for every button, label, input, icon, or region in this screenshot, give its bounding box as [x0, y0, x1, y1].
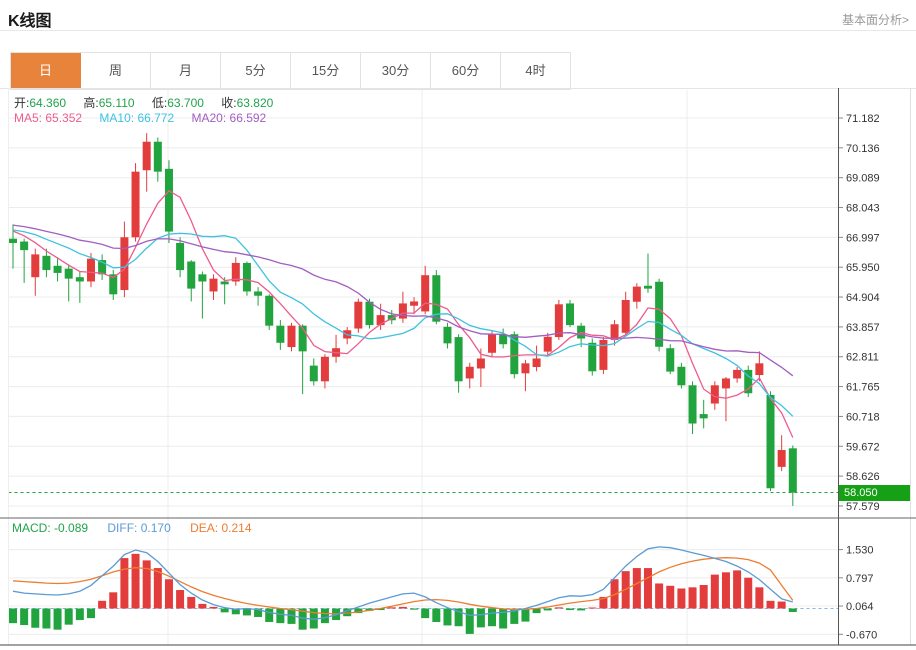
- kline-chart-svg[interactable]: 71.182 70.136 69.089 68.043 66.997 65.950 64.9…: [0, 88, 916, 650]
- dea-value: 0.214: [221, 521, 252, 535]
- ma5-label: MA5:: [14, 111, 43, 125]
- ma5-value: 65.352: [45, 111, 83, 125]
- svg-text:0.797: 0.797: [846, 573, 874, 585]
- svg-text:62.811: 62.811: [846, 352, 879, 364]
- header-divider: [0, 30, 916, 31]
- svg-text:60.718: 60.718: [846, 411, 880, 423]
- svg-text:66.997: 66.997: [846, 232, 880, 244]
- kline-app: K线图 基本面分析> 日 周 月 5分 15分 30分 60分 4时 71.18…: [0, 0, 916, 650]
- svg-text:59.672: 59.672: [846, 441, 880, 453]
- svg-text:58.626: 58.626: [846, 471, 880, 483]
- svg-text:63.857: 63.857: [846, 322, 880, 334]
- tab-15min[interactable]: 15分: [291, 53, 361, 89]
- macd-label: MACD:: [12, 521, 51, 535]
- svg-text:61.765: 61.765: [846, 382, 880, 394]
- svg-text:65.950: 65.950: [846, 262, 880, 274]
- svg-text:1.530: 1.530: [846, 545, 874, 557]
- tab-4hour[interactable]: 4时: [501, 53, 570, 89]
- ohlc-legend: 开:64.360 高:65.110 低:63.700 收:63.820: [14, 94, 287, 111]
- svg-text:69.089: 69.089: [846, 173, 880, 185]
- kline-chart[interactable]: 71.182 70.136 69.089 68.043 66.997 65.950 64.9…: [0, 88, 916, 650]
- ma-legend: MA5: 65.352 MA10: 66.772 MA20: 66.592: [14, 111, 280, 125]
- fundamental-analysis-link[interactable]: 基本面分析>: [842, 11, 909, 28]
- tab-week[interactable]: 周: [81, 53, 151, 89]
- open-value: 64.360: [29, 96, 67, 110]
- diff-label: DIFF:: [107, 521, 138, 535]
- svg-text:70.136: 70.136: [846, 143, 880, 155]
- diff-value: 0.170: [140, 521, 171, 535]
- price-panel: [8, 133, 838, 506]
- ma20-label: MA20:: [191, 111, 227, 125]
- svg-text:71.182: 71.182: [846, 113, 880, 125]
- dea-label: DEA:: [190, 521, 219, 535]
- tab-60min[interactable]: 60分: [431, 53, 501, 89]
- high-label: 高:: [83, 96, 99, 110]
- low-label: 低:: [151, 96, 168, 110]
- svg-text:0.064: 0.064: [846, 601, 874, 613]
- low-value: 63.700: [167, 96, 204, 110]
- tab-month[interactable]: 月: [151, 53, 221, 89]
- macd-legend: MACD: -0.089 DIFF: 0.170 DEA: 0.214: [12, 521, 252, 535]
- svg-text:-0.670: -0.670: [846, 629, 877, 641]
- svg-text:57.579: 57.579: [846, 501, 880, 513]
- open-label: 开:: [14, 96, 30, 110]
- ma10-label: MA10:: [99, 111, 135, 125]
- close-label: 收:: [221, 96, 237, 110]
- svg-text:68.043: 68.043: [846, 203, 880, 215]
- ma20-value: 66.592: [229, 111, 267, 125]
- current-price-tag: 58.050: [839, 485, 910, 501]
- ma10-value: 66.772: [137, 111, 175, 125]
- period-tab-bar: 日 周 月 5分 15分 30分 60分 4时: [10, 52, 571, 90]
- page-title: K线图: [8, 13, 52, 30]
- svg-text:64.904: 64.904: [846, 292, 880, 304]
- tab-30min[interactable]: 30分: [361, 53, 431, 89]
- macd-value: -0.089: [54, 521, 89, 535]
- tab-5min[interactable]: 5分: [221, 53, 291, 89]
- macd-panel: [8, 546, 838, 634]
- tab-day[interactable]: 日: [11, 53, 81, 89]
- high-value: 65.110: [98, 96, 135, 110]
- close-value: 63.820: [236, 96, 274, 110]
